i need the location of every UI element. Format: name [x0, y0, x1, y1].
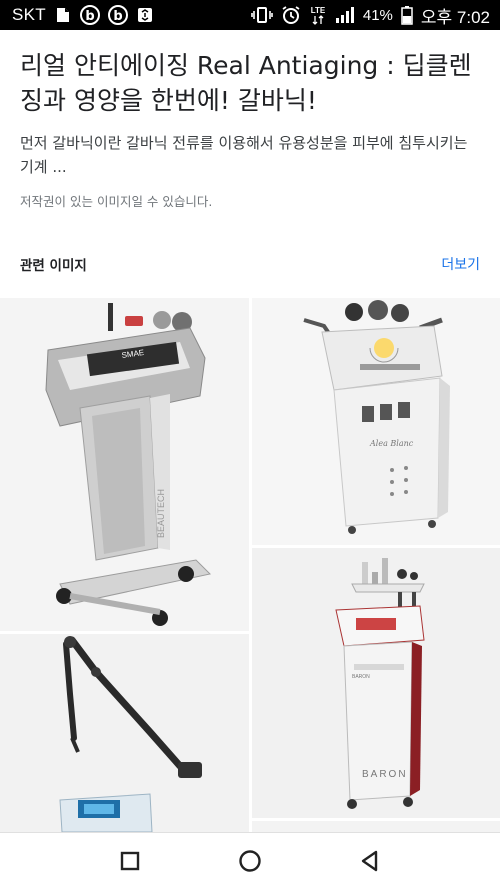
b-app-icon: b [79, 5, 100, 25]
recycle-icon [136, 6, 154, 24]
battery-percent: 41% [362, 6, 393, 24]
lte-icon: LTE [309, 4, 327, 26]
svg-text:Alea Blanc: Alea Blanc [369, 439, 414, 448]
navigation-bar [0, 832, 500, 889]
back-icon[interactable] [350, 841, 390, 881]
beauty-device-illustration-1: SMAE BEAUTECH [0, 298, 249, 631]
battery-icon [401, 5, 413, 25]
alarm-icon [281, 5, 301, 25]
page-title[interactable]: 리얼 안티에이징 Real Antiaging : 딥클렌징과 영양을 한번에!… [20, 48, 482, 118]
vibrate-icon [251, 6, 273, 24]
home-icon[interactable] [230, 841, 270, 881]
svg-text:b: b [113, 9, 122, 24]
svg-text:b: b [85, 9, 94, 24]
laser-device-illustration [0, 634, 249, 832]
signal-icon [335, 6, 355, 24]
svg-text:LTE: LTE [311, 6, 326, 15]
svg-text:BEAUTECH: BEAUTECH [156, 489, 166, 538]
related-image-2[interactable]: Alea Blanc [252, 298, 500, 545]
more-link[interactable]: 더보기 [441, 254, 480, 274]
result-snippet: 먼저 갈바닉이란 갈바닉 전류를 이용해서 유용성분을 피부에 침투시키는 기계… [20, 134, 468, 176]
related-image-3[interactable] [0, 634, 249, 832]
beauty-device-illustration-baron: BARON BARON [252, 548, 500, 818]
status-bar: SKT b b LTE 41% 오후 7:02 [0, 0, 500, 30]
file-icon [54, 6, 72, 24]
copyright-notice: 저작권이 있는 이미지일 수 있습니다. [20, 194, 213, 209]
clock: 오후 7:02 [420, 7, 490, 27]
recent-apps-icon[interactable] [110, 841, 150, 881]
related-image-4[interactable]: BARON BARON [252, 548, 500, 818]
svg-text:BARON: BARON [362, 769, 408, 780]
related-image-5[interactable] [252, 821, 500, 832]
beauty-device-illustration-2: Alea Blanc [252, 298, 500, 545]
related-images-header: 관련 이미지 더보기 [20, 254, 480, 274]
svg-text:BARON: BARON [352, 674, 370, 680]
carrier-label: SKT [12, 5, 46, 24]
related-image-1[interactable]: SMAE BEAUTECH [0, 298, 249, 631]
related-images-title: 관련 이미지 [20, 258, 87, 274]
b-app-icon: b [107, 5, 128, 25]
